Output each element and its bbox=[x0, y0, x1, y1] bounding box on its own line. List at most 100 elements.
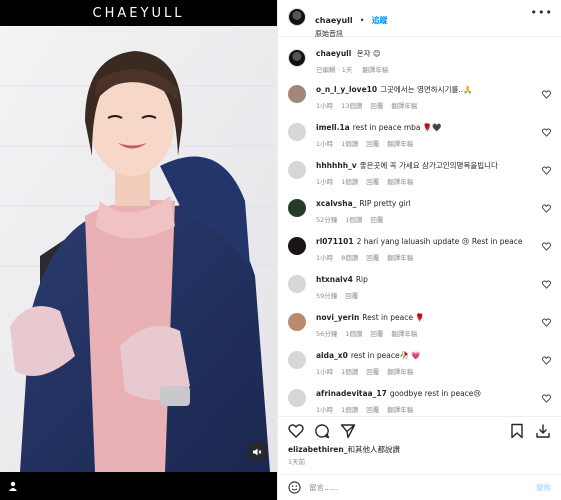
commenter-avatar[interactable] bbox=[288, 161, 306, 179]
comment-text: rest in peace mba 🌹🖤 bbox=[352, 123, 442, 132]
comment-translate-link[interactable]: 翻譯年稿 bbox=[391, 102, 417, 110]
commenter-avatar[interactable] bbox=[288, 123, 306, 141]
tagged-user-icon[interactable] bbox=[8, 481, 18, 491]
like-comment-heart-icon[interactable] bbox=[542, 90, 551, 99]
caption-text: 온자 😊 bbox=[356, 49, 381, 58]
caption-translate-link[interactable]: 翻譯年稿 bbox=[362, 66, 388, 74]
comments-list[interactable]: chaeyull 온자 😊 已編輯 · 1天 翻譯年稿 o_n_l_y_love… bbox=[278, 38, 561, 416]
commenter-avatar[interactable] bbox=[288, 199, 306, 217]
comment-text: 그곳에서는 영면하시기를..🙏 bbox=[380, 85, 473, 94]
comment-time: 1小時 bbox=[316, 140, 334, 148]
download-icon[interactable] bbox=[535, 423, 551, 439]
post-header: chaeyull • 追蹤 原始音訊 ••• bbox=[278, 0, 561, 38]
comment-input[interactable]: 留言...... bbox=[309, 482, 536, 493]
comment-translate-link[interactable]: 翻譯年稿 bbox=[387, 368, 413, 376]
save-bookmark-icon[interactable] bbox=[509, 423, 525, 439]
comment-translate-link[interactable]: 翻譯年稿 bbox=[387, 140, 413, 148]
like-comment-heart-icon[interactable] bbox=[542, 318, 551, 327]
commenter-username[interactable]: htxnalv4 bbox=[316, 275, 353, 284]
comment-like-count[interactable]: 1個讚 bbox=[341, 178, 358, 186]
comment-time: 1小時 bbox=[316, 406, 334, 414]
post-media: CHAEYULL bbox=[0, 0, 277, 500]
comment-reply-link[interactable]: 回覆 bbox=[366, 178, 379, 186]
likes-first-user[interactable]: elizabethiren_ bbox=[288, 445, 347, 454]
post-photo[interactable] bbox=[0, 26, 277, 472]
author-avatar[interactable] bbox=[288, 8, 306, 26]
comment-like-count[interactable]: 13個讚 bbox=[341, 102, 362, 110]
commenter-avatar[interactable] bbox=[288, 351, 306, 369]
author-username[interactable]: chaeyull bbox=[315, 16, 353, 25]
commenter-username[interactable]: alda_x0 bbox=[316, 351, 348, 360]
likes-summary[interactable]: elizabethiren_和其他人都說讚 bbox=[288, 444, 400, 455]
commenter-avatar[interactable] bbox=[288, 237, 306, 255]
comment-time: 1小時 bbox=[316, 178, 334, 186]
comment-translate-link[interactable]: 翻譯年稿 bbox=[387, 178, 413, 186]
comment-translate-link[interactable]: 翻譯年稿 bbox=[391, 330, 417, 338]
like-comment-heart-icon[interactable] bbox=[542, 242, 551, 251]
like-comment-heart-icon[interactable] bbox=[542, 356, 551, 365]
media-footer bbox=[0, 472, 277, 500]
comment-text: Rip bbox=[355, 275, 368, 284]
comment-reply-link[interactable]: 回覆 bbox=[345, 292, 358, 300]
comment-item: rl071101 2 hari yang laluasih update 😢 Re… bbox=[288, 230, 551, 268]
comment-text: 좋은곳에 꼭 가세요 삼가고인의명복을빕니다 bbox=[359, 161, 498, 170]
follow-button[interactable]: 追蹤 bbox=[372, 16, 388, 25]
comment-translate-link[interactable]: 翻譯年稿 bbox=[387, 406, 413, 414]
caption-avatar[interactable] bbox=[288, 49, 306, 67]
comment-item: imell.1a rest in peace mba 🌹🖤 1小時 1個讚 回覆 翻譯年… bbox=[288, 116, 551, 154]
more-options-button[interactable]: ••• bbox=[531, 6, 553, 19]
like-comment-heart-icon[interactable] bbox=[542, 128, 551, 137]
comment-reply-link[interactable]: 回覆 bbox=[370, 330, 383, 338]
post-actions-bar bbox=[278, 416, 561, 444]
share-send-icon[interactable] bbox=[340, 423, 356, 439]
like-comment-heart-icon[interactable] bbox=[542, 280, 551, 289]
comment-translate-link[interactable]: 翻譯年稿 bbox=[387, 254, 413, 262]
comment-item: o_n_l_y_love10 그곳에서는 영면하시기를..🙏 1小時 13個讚 回覆翻… bbox=[288, 78, 551, 116]
comment-item: novi_yerin Rest in peace 🌹 56分鐘 1個讚 回覆 翻譯年稿 bbox=[288, 306, 551, 344]
comment-bubble-icon[interactable] bbox=[314, 423, 330, 439]
comment-like-count[interactable]: 1個讚 bbox=[341, 140, 358, 148]
commenter-username[interactable]: rl071101 bbox=[316, 237, 354, 246]
commenter-username[interactable]: hhhhhh_v bbox=[316, 161, 357, 170]
comment-time: 1小時 bbox=[316, 102, 334, 110]
mute-toggle-button[interactable] bbox=[247, 442, 267, 462]
commenter-username[interactable]: imell.1a bbox=[316, 123, 350, 132]
commenter-avatar[interactable] bbox=[288, 389, 306, 407]
commenter-username[interactable]: o_n_l_y_love10 bbox=[316, 85, 377, 94]
commenter-avatar[interactable] bbox=[288, 85, 306, 103]
comment-like-count[interactable]: 1個讚 bbox=[345, 330, 362, 338]
like-comment-heart-icon[interactable] bbox=[542, 394, 551, 403]
commenter-username[interactable]: afrinadevitaa_17 bbox=[316, 389, 387, 398]
comment-text: Rest in peace 🌹 bbox=[362, 313, 425, 322]
caption-username[interactable]: chaeyull bbox=[316, 49, 351, 58]
comment-like-count[interactable]: 1個讚 bbox=[345, 216, 362, 224]
comment-item: afrinadevitaa_17 goodbye rest in peace😢 1… bbox=[288, 382, 551, 416]
comment-like-count[interactable]: 8個讚 bbox=[341, 254, 358, 262]
brand-banner: CHAEYULL bbox=[0, 0, 277, 26]
comment-item: htxnalv4 Rip 59分鐘 回覆 bbox=[288, 268, 551, 306]
comment-text: rest in peace🥀 💗 bbox=[350, 351, 421, 360]
speaker-muted-icon bbox=[253, 448, 262, 456]
comment-like-count[interactable]: 1個讚 bbox=[341, 368, 358, 376]
comment-reply-link[interactable]: 回覆 bbox=[366, 368, 379, 376]
comment-reply-link[interactable]: 回覆 bbox=[370, 216, 383, 224]
commenter-avatar[interactable] bbox=[288, 275, 306, 293]
comment-like-count[interactable]: 1個讚 bbox=[341, 406, 358, 414]
post-comment-button[interactable]: 發佈 bbox=[536, 482, 551, 493]
commenter-avatar[interactable] bbox=[288, 313, 306, 331]
comment-time: 1小時 bbox=[316, 254, 334, 262]
comment-item: alda_x0 rest in peace🥀 💗 1小時 1個讚 回覆 翻譯年稿 bbox=[288, 344, 551, 382]
comment-time: 52分鐘 bbox=[316, 216, 338, 224]
like-comment-heart-icon[interactable] bbox=[542, 204, 551, 213]
comment-reply-link[interactable]: 回覆 bbox=[366, 140, 379, 148]
comment-reply-link[interactable]: 回覆 bbox=[370, 102, 383, 110]
comment-reply-link[interactable]: 回覆 bbox=[366, 254, 379, 262]
emoji-icon[interactable] bbox=[288, 481, 301, 494]
comment-time: 56分鐘 bbox=[316, 330, 338, 338]
like-comment-heart-icon[interactable] bbox=[542, 166, 551, 175]
commenter-username[interactable]: novi_yerin bbox=[316, 313, 359, 322]
commenter-username[interactable]: xcalvsha_ bbox=[316, 199, 356, 208]
like-heart-icon[interactable] bbox=[288, 423, 304, 439]
comment-item: hhhhhh_v 좋은곳에 꼭 가세요 삼가고인의명복을빕니다 1小時 1個讚 回覆翻… bbox=[288, 154, 551, 192]
comment-reply-link[interactable]: 回覆 bbox=[366, 406, 379, 414]
